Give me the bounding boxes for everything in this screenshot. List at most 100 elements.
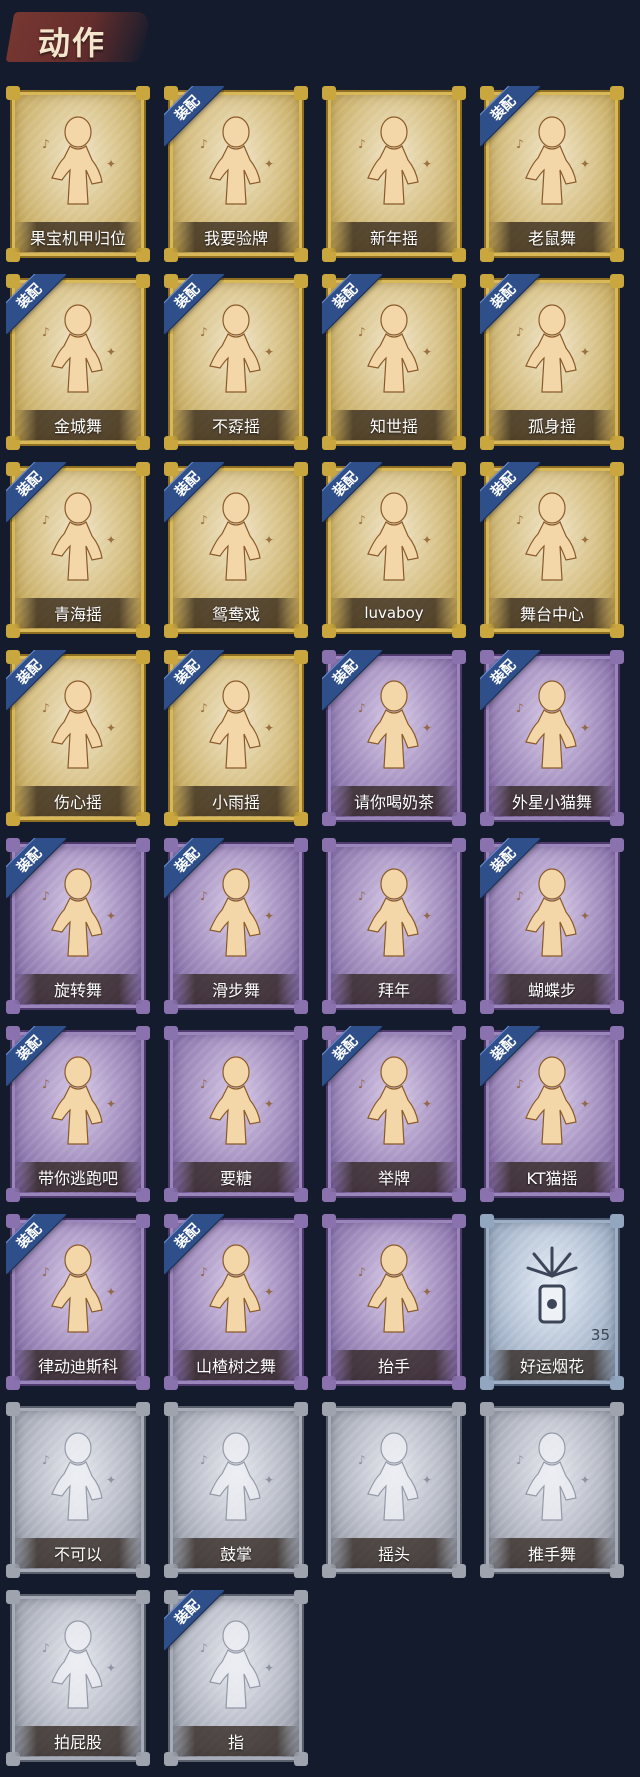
action-label: 伤心摇	[53, 793, 102, 812]
label-band: 请你喝奶茶	[330, 786, 458, 816]
action-card[interactable]: ♪ ✦ 抬手	[322, 1214, 466, 1390]
action-card[interactable]: ♪ ✦ 滑步舞 装配	[164, 838, 308, 1014]
finger-wag-icon: ♪✦	[42, 1432, 116, 1521]
frame-corner	[136, 462, 150, 476]
svg-text:✦: ✦	[580, 345, 590, 359]
action-card[interactable]: ♪ ✦ 请你喝奶茶 装配	[322, 650, 466, 826]
action-card[interactable]: ♪ ✦ 金城舞 装配	[6, 274, 150, 450]
action-card[interactable]: ♪ ✦ 拍屁股	[6, 1590, 150, 1766]
action-card[interactable]: ♪ ✦ 新年摇	[322, 86, 466, 262]
frame-corner	[136, 1026, 150, 1040]
action-card[interactable]: ♪ ✦ 舞台中心 装配	[480, 462, 624, 638]
page-title: 动作	[38, 24, 107, 62]
label-band: 带你逃跑吧	[14, 1162, 142, 1192]
frame-corner	[322, 1402, 336, 1416]
frame-corner	[294, 462, 308, 476]
action-card[interactable]: ♪ ✦ 旋转舞 装配	[6, 838, 150, 1014]
action-card[interactable]: ♪ ✦ 蝴蝶步 装配	[480, 838, 624, 1014]
equipped-badge: 装配	[480, 274, 540, 334]
equipped-badge: 装配	[6, 462, 66, 522]
action-card[interactable]: ♪ ✦ 带你逃跑吧 装配	[6, 1026, 150, 1202]
svg-text:✦: ✦	[106, 1285, 116, 1299]
action-card[interactable]: ♪ ✦ 拜年	[322, 838, 466, 1014]
svg-text:✦: ✦	[580, 1097, 590, 1111]
frame-corner	[136, 86, 150, 100]
frame-corner	[610, 462, 624, 476]
action-card[interactable]: ♪ ✦ 伤心摇 装配	[6, 650, 150, 826]
action-card[interactable]: ♪ ✦ KT猫摇 装配	[480, 1026, 624, 1202]
equipped-ribbon: 装配	[6, 650, 66, 710]
svg-text:♪: ♪	[516, 1453, 524, 1467]
action-card[interactable]: ♪ ✦ 我要验牌 装配	[164, 86, 308, 262]
action-label: 请你喝奶茶	[353, 793, 434, 812]
action-label: 抬手	[377, 1357, 410, 1376]
action-card[interactable]: ♪ ✦ 山楂树之舞 装配	[164, 1214, 308, 1390]
action-card[interactable]: ♪ ✦ 青海摇 装配	[6, 462, 150, 638]
frame-corner	[294, 1590, 308, 1604]
frame-corner	[322, 838, 336, 852]
action-card[interactable]: ♪ ✦ 鸳鸯戏 装配	[164, 462, 308, 638]
action-card[interactable]: ♪ ✦ 老鼠舞 装配	[480, 86, 624, 262]
action-card[interactable]: ♪ ✦ 知世摇 装配	[322, 274, 466, 450]
action-label: 鼓掌	[219, 1545, 252, 1564]
frame-corner	[136, 1402, 150, 1416]
frame-corner	[294, 86, 308, 100]
svg-text:✦: ✦	[106, 533, 116, 547]
label-band: 举牌	[330, 1162, 458, 1192]
svg-text:✦: ✦	[422, 1097, 432, 1111]
head-shake-pose-icon: ♪✦	[358, 1432, 432, 1521]
frame-corner	[136, 1214, 150, 1228]
equipped-ribbon: 装配	[6, 1026, 66, 1086]
svg-text:✦: ✦	[422, 533, 432, 547]
action-card[interactable]: ♪ ✦ 果宝机甲归位	[6, 86, 150, 262]
action-card[interactable]: ♪ ✦ 律动迪斯科 装配	[6, 1214, 150, 1390]
action-card[interactable]: ♪ ✦ 孤身摇 装配	[480, 274, 624, 450]
label-band: 外星小猫舞	[488, 786, 616, 816]
action-card[interactable]: ♪ ✦ 不可以	[6, 1402, 150, 1578]
action-label: luvaboy	[364, 604, 424, 622]
frame-corner	[164, 1026, 178, 1040]
action-label: 青海摇	[53, 605, 102, 624]
label-band: 摇头	[330, 1538, 458, 1568]
action-label: 山楂树之舞	[195, 1357, 276, 1376]
action-card[interactable]: ♪ ✦ 指装配	[164, 1590, 308, 1766]
frame-corner	[294, 838, 308, 852]
equipped-badge: 装配	[164, 1214, 224, 1274]
action-card[interactable]: ♪ ✦ 举牌 装配	[322, 1026, 466, 1202]
equipped-ribbon: 装配	[164, 462, 224, 522]
frame-corner	[610, 274, 624, 288]
action-card[interactable]: ♪ ✦ 摇头	[322, 1402, 466, 1578]
dance-pose-icon: ♪✦	[358, 116, 432, 205]
frame-corner	[610, 838, 624, 852]
action-card[interactable]: ♪ ✦ luvaboy 装配	[322, 462, 466, 638]
svg-text:✦: ✦	[422, 1473, 432, 1487]
label-band: 山楂树之舞	[172, 1350, 300, 1380]
equipped-badge: 装配	[480, 462, 540, 522]
action-card[interactable]: ♪ ✦ 要糖	[164, 1026, 308, 1202]
frame-corner	[452, 838, 466, 852]
equipped-badge: 装配	[480, 650, 540, 710]
label-band: 要糖	[172, 1162, 300, 1192]
svg-text:✦: ✦	[580, 157, 590, 171]
frame-corner	[610, 1026, 624, 1040]
svg-text:✦: ✦	[580, 1473, 590, 1487]
label-band: 果宝机甲归位	[14, 222, 142, 252]
equipped-ribbon: 装配	[164, 650, 224, 710]
equipped-ribbon: 装配	[480, 274, 540, 334]
frame-corner	[610, 1402, 624, 1416]
action-label: 指	[227, 1733, 244, 1752]
equipped-badge: 装配	[322, 462, 382, 522]
action-card[interactable]: ♪ ✦ 外星小猫舞 装配	[480, 650, 624, 826]
equipped-ribbon: 装配	[322, 650, 382, 710]
action-card[interactable]: ♪ ✦ 小雨摇 装配	[164, 650, 308, 826]
label-band: 青海摇	[14, 598, 142, 628]
action-card[interactable]: ♪ ✦ 推手舞	[480, 1402, 624, 1578]
action-card[interactable]: ♪ ✦ 不孬摇 装配	[164, 274, 308, 450]
action-card[interactable]: 35 好运烟花	[480, 1214, 624, 1390]
equipped-badge: 装配	[480, 1026, 540, 1086]
equipped-badge: 装配	[480, 86, 540, 146]
svg-text:✦: ✦	[422, 909, 432, 923]
svg-text:✦: ✦	[422, 345, 432, 359]
frame-corner	[6, 86, 20, 100]
action-card[interactable]: ♪ ✦ 鼓掌	[164, 1402, 308, 1578]
